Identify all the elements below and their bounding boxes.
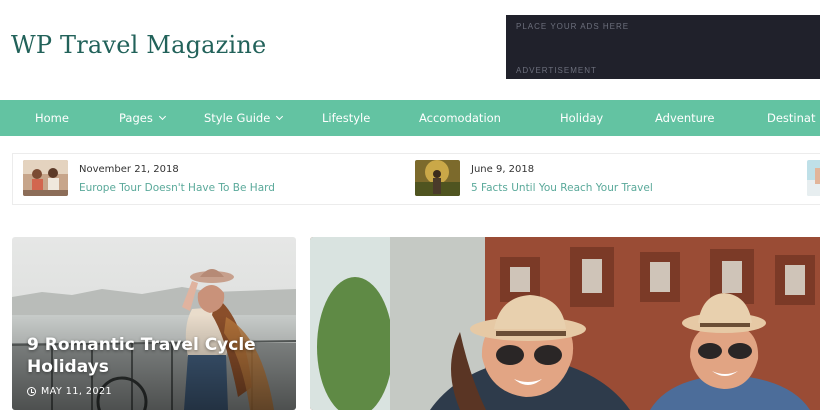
nav-item-label: Pages: [119, 111, 153, 125]
featured-post-card-large[interactable]: [310, 237, 820, 410]
ticker-title-link[interactable]: 5 Facts Until You Reach Your Travel: [471, 182, 653, 194]
nav-item-label: Destinat: [767, 111, 816, 125]
nav-item-label: Adventure: [655, 111, 715, 125]
ticker-thumbnail-image: [415, 160, 460, 196]
featured-post-image: [310, 237, 820, 410]
nav-item-label: Home: [35, 111, 69, 125]
nav-item-label: Lifestyle: [322, 111, 371, 125]
nav-item-label: Style Guide: [204, 111, 271, 125]
featured-post-meta: MAY 11, 2021: [27, 386, 112, 397]
chevron-down-icon: [158, 112, 166, 121]
nav-item-destinations[interactable]: Destinat: [767, 100, 815, 136]
ticker-thumbnail[interactable]: [23, 160, 68, 196]
ticker-title-link[interactable]: Europe Tour Doesn't Have To Be Hard: [79, 182, 275, 194]
featured-post-image: [12, 237, 296, 410]
ad-placeholder-text: PLACE YOUR ADS HERE: [516, 22, 630, 31]
featured-post-title[interactable]: 9 Romantic Travel Cycle Holidays: [27, 334, 277, 378]
news-ticker: November 21, 2018 Europe Tour Doesn't Ha…: [12, 153, 820, 205]
nav-item-lifestyle[interactable]: Lifestyle: [322, 100, 370, 136]
ad-label: ADVERTISEMENT: [516, 66, 597, 75]
nav-item-accomodation[interactable]: Accomodation: [419, 100, 501, 136]
nav-item-home[interactable]: Home: [35, 100, 69, 136]
main-navigation: Home Pages Style Guide Lifestyle Accomod…: [0, 100, 820, 136]
nav-item-pages[interactable]: Pages: [119, 100, 166, 136]
ticker-date: November 21, 2018: [79, 164, 179, 175]
ticker-thumbnail-image: [807, 160, 820, 196]
nav-item-style-guide[interactable]: Style Guide: [204, 100, 284, 136]
site-title[interactable]: WP Travel Magazine: [11, 31, 266, 59]
ticker-thumbnail[interactable]: [807, 160, 820, 196]
featured-post-card[interactable]: 9 Romantic Travel Cycle Holidays MAY 11,…: [12, 237, 296, 410]
ticker-date: June 9, 2018: [471, 164, 535, 175]
nav-item-label: Accomodation: [419, 111, 501, 125]
nav-item-holiday[interactable]: Holiday: [560, 100, 603, 136]
ticker-thumbnail-image: [23, 160, 68, 196]
ticker-thumbnail[interactable]: [415, 160, 460, 196]
ticker-item[interactable]: [793, 154, 820, 204]
site-header: WP Travel Magazine PLACE YOUR ADS HERE A…: [0, 0, 820, 100]
clock-icon: [27, 387, 36, 396]
ad-banner[interactable]: PLACE YOUR ADS HERE ADVERTISEMENT: [506, 15, 820, 79]
featured-post-date: MAY 11, 2021: [41, 386, 113, 397]
chevron-down-icon: [276, 112, 284, 121]
nav-item-adventure[interactable]: Adventure: [655, 100, 714, 136]
nav-item-label: Holiday: [560, 111, 604, 125]
